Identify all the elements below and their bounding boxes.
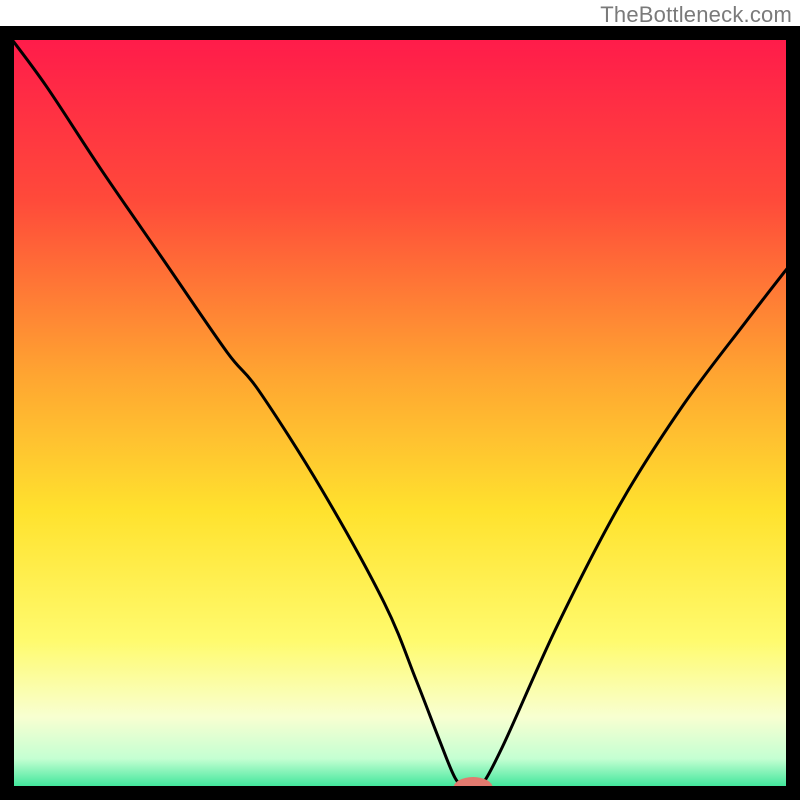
chart-svg	[0, 26, 800, 800]
plot-background	[7, 33, 793, 793]
chart-frame	[0, 26, 800, 800]
chart-container: TheBottleneck.com	[0, 0, 800, 800]
watermark-text: TheBottleneck.com	[600, 2, 792, 28]
